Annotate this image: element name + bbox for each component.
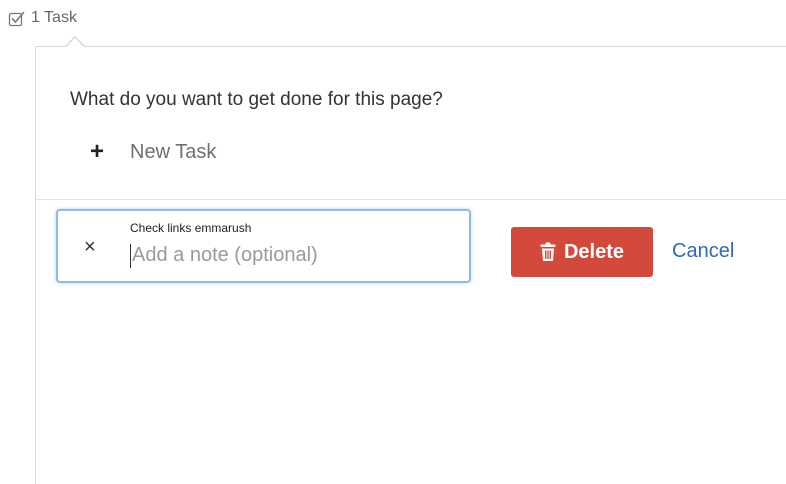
cancel-link[interactable]: Cancel — [672, 240, 734, 263]
new-task-label: New Task — [130, 140, 217, 163]
note-input[interactable] — [132, 241, 452, 269]
delete-label: Delete — [563, 240, 625, 263]
text-cursor — [130, 244, 131, 268]
task-editor[interactable]: × Check links emmarush — [56, 209, 471, 283]
task-title: Check links emmarush — [130, 221, 252, 235]
popup-question: What do you want to get done for this pa… — [70, 89, 443, 110]
popup-divider — [36, 199, 786, 200]
trash-icon — [540, 242, 556, 262]
close-icon[interactable]: × — [84, 237, 96, 257]
plus-icon: + — [89, 138, 104, 165]
checkbox-icon — [8, 10, 25, 27]
tasks-widget: 1 Task What do you want to get done for … — [0, 0, 786, 484]
task-count-toggle[interactable]: 1 Task — [8, 7, 77, 29]
new-task-button[interactable]: + New Task — [86, 137, 216, 167]
delete-button[interactable]: Delete — [511, 227, 653, 277]
task-count-label: 1 Task — [31, 9, 77, 26]
